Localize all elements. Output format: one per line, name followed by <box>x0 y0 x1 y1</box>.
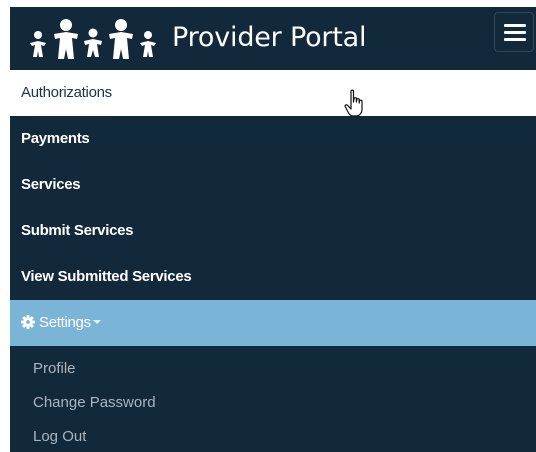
hamburger-menu-icon[interactable] <box>494 12 534 52</box>
settings-submenu: Profile Change Password Log Out <box>10 346 536 452</box>
settings-dropdown-toggle[interactable]: Settings <box>10 300 536 346</box>
nav-item-authorizations[interactable]: Authorizations <box>10 70 536 116</box>
submenu-item-log-out[interactable]: Log Out <box>10 420 536 452</box>
hand-pointer-cursor <box>344 89 363 117</box>
caret-down-icon <box>92 320 101 324</box>
gear-icon <box>21 315 35 329</box>
submenu-item-label: Profile <box>33 360 76 377</box>
nav-item-label: View Submitted Services <box>21 268 192 285</box>
submenu-item-label: Change Password <box>33 394 156 411</box>
nav-item-label: Submit Services <box>21 222 134 239</box>
submenu-item-label: Log Out <box>33 428 87 445</box>
nav-item-services[interactable]: Services <box>10 162 536 208</box>
submenu-item-change-password[interactable]: Change Password <box>10 386 536 420</box>
hamburger-line <box>504 38 526 41</box>
nav-item-label: Authorizations <box>21 84 112 101</box>
hamburger-line <box>504 24 526 27</box>
nav-item-view-submitted-services[interactable]: View Submitted Services <box>10 254 536 300</box>
submenu-item-profile[interactable]: Profile <box>10 352 536 386</box>
portal-title[interactable]: Provider Portal <box>172 22 367 54</box>
settings-label: Settings <box>39 314 91 331</box>
navbar: Provider Portal Authorizations Payments … <box>10 7 536 452</box>
navbar-header: Provider Portal <box>10 7 536 70</box>
nav-menu: Authorizations Payments Services Submit … <box>10 70 536 452</box>
nav-item-payments[interactable]: Payments <box>10 116 536 162</box>
nav-item-submit-services[interactable]: Submit Services <box>10 208 536 254</box>
family-figures-logo[interactable] <box>24 13 162 65</box>
nav-item-label: Services <box>21 176 81 193</box>
hamburger-line <box>504 31 526 34</box>
nav-item-label: Payments <box>21 130 90 147</box>
